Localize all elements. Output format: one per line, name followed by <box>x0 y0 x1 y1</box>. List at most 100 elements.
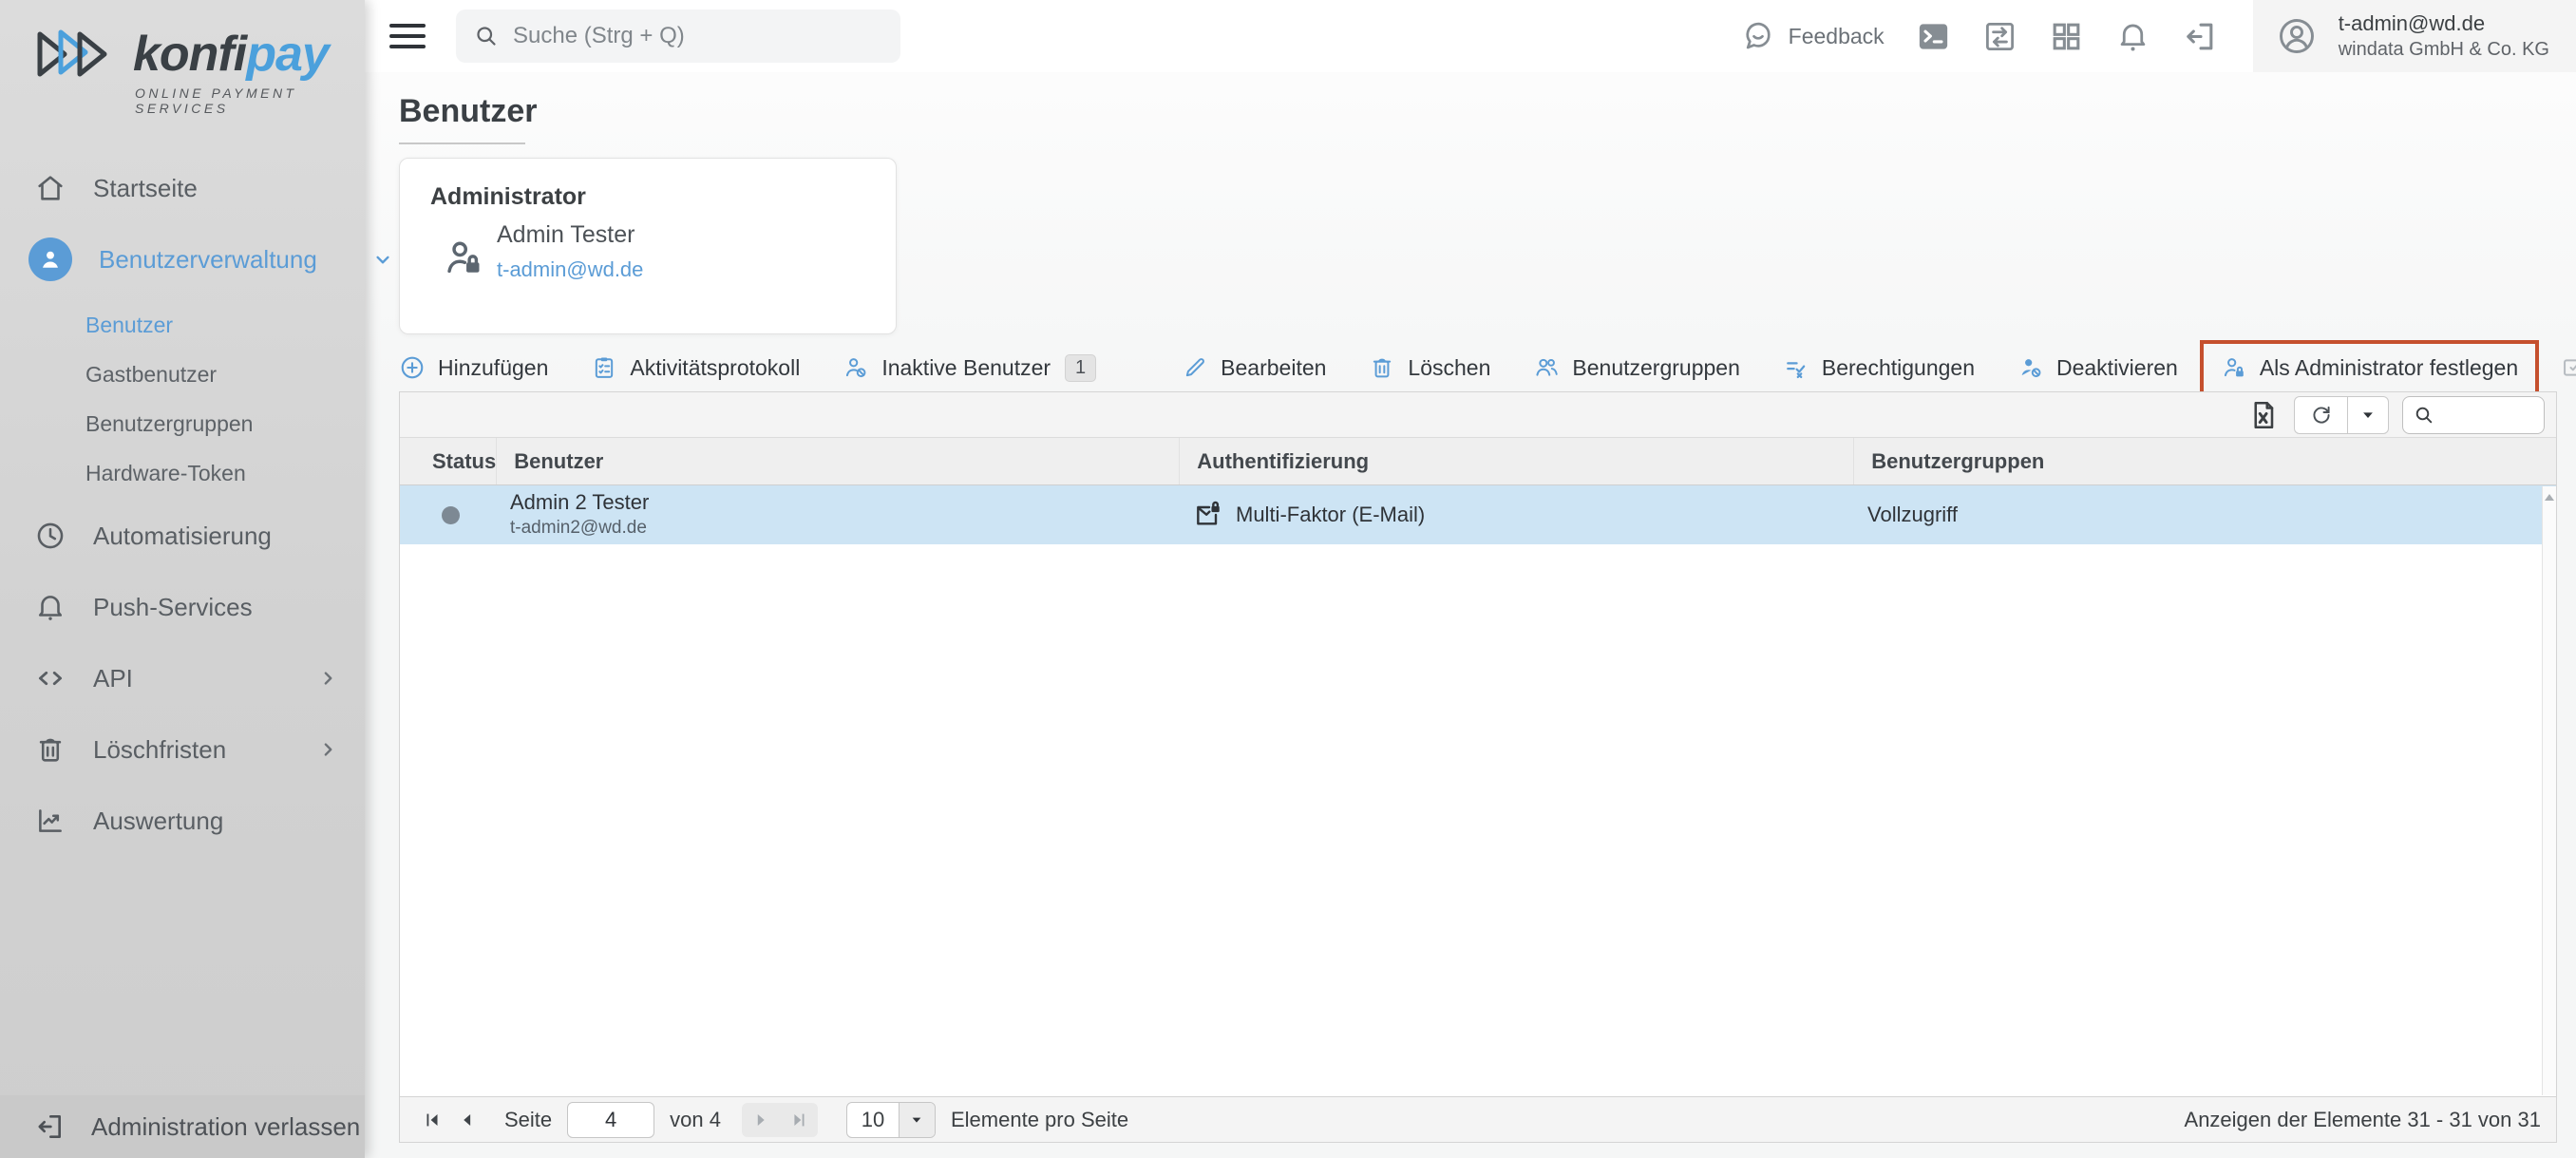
column-header-benutzergruppen[interactable]: Benutzergruppen <box>1853 438 2556 484</box>
row-user-email: t-admin2@wd.de <box>510 517 1176 541</box>
grid-search-input[interactable] <box>2443 404 2534 426</box>
first-page-button[interactable] <box>415 1103 449 1137</box>
page-size-caret <box>899 1103 935 1137</box>
edit-button[interactable]: Bearbeiten <box>1182 354 1326 381</box>
previous-page-button[interactable] <box>449 1103 483 1137</box>
konfipay-logo-icon <box>32 25 123 84</box>
pencil-icon <box>1182 354 1208 381</box>
sidebar-item-startseite[interactable]: Startseite <box>0 158 365 218</box>
leave-administration-button[interactable]: Administration verlassen <box>0 1095 365 1158</box>
brand-name: konfipay <box>133 26 329 83</box>
delete-button[interactable]: Löschen <box>1369 354 1490 381</box>
exit-icon <box>34 1111 65 1142</box>
scroll-up-arrow-icon[interactable] <box>2545 494 2554 501</box>
admin-name: Admin Tester <box>497 221 635 249</box>
invite-button[interactable]: Einladen <box>2561 354 2576 381</box>
global-search-input[interactable] <box>513 23 883 49</box>
menu-toggle-button[interactable] <box>389 17 426 55</box>
search-icon <box>2413 404 2435 427</box>
row-user-name: Admin 2 Tester <box>510 489 1176 517</box>
apps-grid-icon[interactable] <box>2049 19 2084 54</box>
activity-log-button[interactable]: Aktivitätsprotokoll <box>591 354 800 381</box>
page-size-value: 10 <box>847 1103 899 1137</box>
next-page-icon <box>750 1110 771 1130</box>
permissions-button[interactable]: Berechtigungen <box>1783 354 1975 381</box>
user-groups-button[interactable]: Benutzergruppen <box>1533 354 1739 381</box>
search-icon <box>473 23 500 49</box>
person-lock-icon <box>442 235 485 280</box>
clock-icon <box>34 520 66 552</box>
page-label: Seite <box>504 1108 552 1132</box>
sidebar-item-benutzerverwaltung[interactable]: Benutzerverwaltung <box>0 229 365 290</box>
plus-circle-icon <box>399 354 426 381</box>
deactivate-button[interactable]: Deaktivieren <box>2017 354 2178 381</box>
table-header: Status Benutzer Authentifizierung Benutz… <box>400 438 2556 485</box>
admin-email-link[interactable]: t-admin@wd.de <box>497 257 643 282</box>
home-icon <box>34 172 66 204</box>
notifications-bell-icon[interactable] <box>2115 19 2150 54</box>
add-user-button[interactable]: Hinzufügen <box>399 354 548 381</box>
column-header-status[interactable]: Status <box>400 438 496 484</box>
list-check-icon <box>1783 354 1809 381</box>
user-account-menu[interactable]: t-admin@wd.de windata GmbH & Co. KG <box>2253 0 2576 72</box>
grid-toolbar <box>400 392 2556 438</box>
pagination-summary: Anzeigen der Elemente 31 - 31 von 31 <box>2185 1108 2541 1132</box>
app-window: konfipay ONLINE PAYMENT SERVICES Startse… <box>0 0 2576 1158</box>
page-number-input[interactable] <box>567 1102 654 1138</box>
pagination-bar: Seite von 4 10 Elemente <box>400 1096 2556 1142</box>
sidebar-item-gastbenutzer[interactable]: Gastbenutzer <box>0 350 365 399</box>
brand-tagline: ONLINE PAYMENT SERVICES <box>135 85 365 116</box>
sidebar-item-push-services[interactable]: Push-Services <box>0 577 365 637</box>
user-company: windata GmbH & Co. KG <box>2339 37 2549 63</box>
bell-icon <box>34 591 66 623</box>
logout-icon[interactable] <box>2182 19 2217 54</box>
refresh-split-button <box>2294 396 2389 434</box>
grid-search[interactable] <box>2402 396 2545 434</box>
card-title: Administrator <box>430 183 586 211</box>
user-avatar-icon <box>2276 15 2318 57</box>
sidebar-item-automatisierung[interactable]: Automatisierung <box>0 505 365 566</box>
transfer-icon[interactable] <box>1982 19 2017 54</box>
page-of-label: von 4 <box>670 1108 721 1132</box>
sidebar-item-benutzergruppen[interactable]: Benutzergruppen <box>0 399 365 448</box>
person-disable-icon <box>2017 354 2044 381</box>
sidebar-item-loeschfristen[interactable]: Löschfristen <box>0 719 365 780</box>
next-page-button[interactable] <box>742 1103 780 1137</box>
users-grid: Status Benutzer Authentifizierung Benutz… <box>399 391 2557 1143</box>
actions-toolbar: Hinzufügen Aktivitätsprotokoll Inaktive … <box>399 345 2553 390</box>
sidebar-item-benutzer[interactable]: Benutzer <box>0 300 365 350</box>
global-search[interactable] <box>456 9 900 63</box>
terminal-icon[interactable] <box>1916 19 1951 54</box>
code-icon <box>34 662 66 694</box>
page-size-select[interactable]: 10 <box>846 1102 936 1138</box>
table-scrollbar[interactable] <box>2542 486 2556 1095</box>
chevron-right-icon <box>315 737 340 762</box>
pager-disabled-group <box>742 1103 818 1137</box>
sidebar-item-auswertung[interactable]: Auswertung <box>0 790 365 851</box>
refresh-icon <box>2309 403 2334 427</box>
brand-logo[interactable]: konfipay ONLINE PAYMENT SERVICES <box>0 0 365 116</box>
refresh-button[interactable] <box>2295 397 2348 433</box>
table-row[interactable]: Admin 2 Tester t-admin2@wd.de Multi-Fakt… <box>400 485 2556 544</box>
mail-lock-icon <box>1193 500 1223 530</box>
envelope-icon <box>2561 354 2576 381</box>
main-content: Benutzer Administrator Admin Tester t-ad… <box>365 72 2576 1158</box>
set-as-administrator-button[interactable]: Als Administrator festlegen <box>2221 354 2518 381</box>
column-header-authentifizierung[interactable]: Authentifizierung <box>1179 438 1853 484</box>
sidebar-nav: Startseite Benutzerverwaltung Benutzer G… <box>0 116 365 851</box>
last-page-button[interactable] <box>780 1103 818 1137</box>
status-dot <box>442 506 460 524</box>
table-body-empty <box>400 544 2556 1096</box>
sidebar-item-api[interactable]: API <box>0 648 365 709</box>
feedback-chat-icon <box>1741 19 1775 53</box>
page-title: Benutzer <box>399 93 537 130</box>
chart-icon <box>34 805 66 837</box>
column-header-benutzer[interactable]: Benutzer <box>496 438 1179 484</box>
chevron-right-icon <box>315 666 340 691</box>
sidebar-item-hardware-token[interactable]: Hardware-Token <box>0 448 365 498</box>
feedback-button[interactable]: Feedback <box>1741 19 1885 53</box>
export-excel-icon[interactable] <box>2246 398 2281 432</box>
refresh-options-button[interactable] <box>2348 397 2388 433</box>
trash-icon <box>1369 354 1395 381</box>
inactive-users-button[interactable]: Inaktive Benutzer 1 <box>843 354 1096 382</box>
